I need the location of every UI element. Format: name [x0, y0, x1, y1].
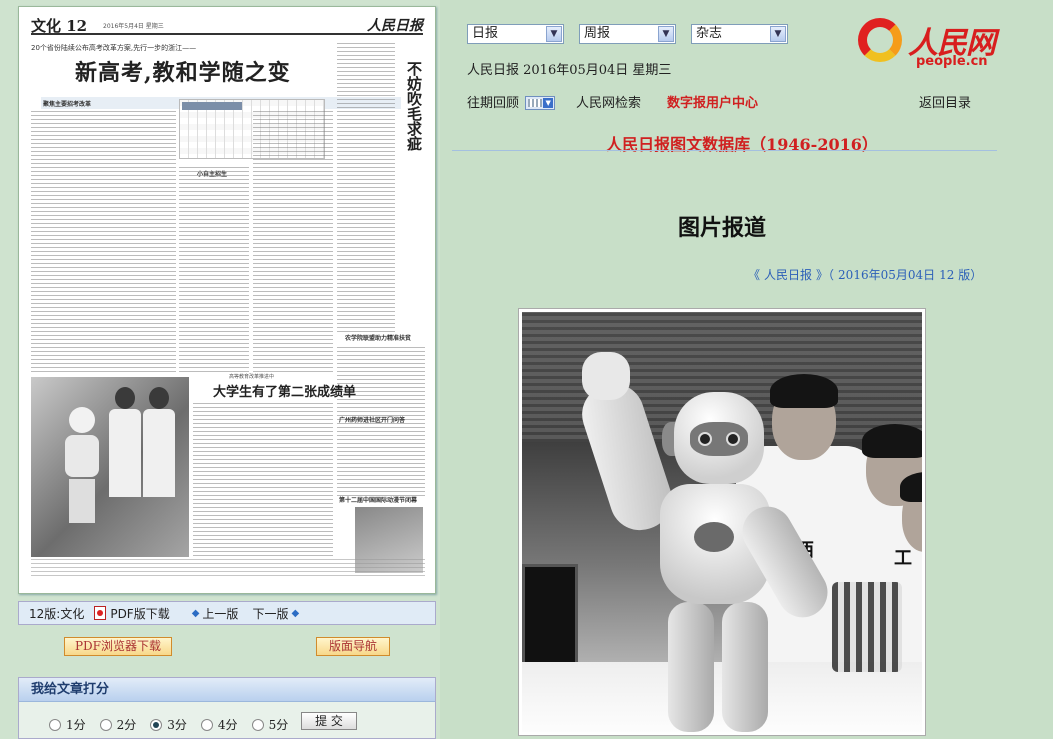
rating-option-label: 2分	[116, 718, 137, 732]
rating-submit-button[interactable]: 提 交	[301, 712, 357, 730]
database-title: 人民日报图文数据库（1946-2016）	[606, 135, 878, 154]
rating-options: 1分 2分 3分 4分 5分	[49, 716, 302, 733]
vertical-headline: 不妨吹毛求疵	[405, 61, 423, 151]
daily-select[interactable]: 日报 ▼	[467, 24, 564, 44]
chevron-down-icon: ▼	[546, 26, 562, 42]
box-headline: 农学院联盟助力精准扶贫	[345, 335, 412, 342]
article-headline: 新高考,教和学随之变	[75, 60, 291, 86]
text-column	[253, 111, 333, 373]
chevron-down-icon: ▼	[658, 26, 674, 42]
back-to-index-link[interactable]: 返回目录	[919, 92, 971, 111]
source-close: 》（	[816, 268, 835, 282]
page-toolbar: 12版:文化 PDF版下载 ◆ 上一版 下一版 ◆	[18, 601, 436, 625]
rating-option-label: 1分	[66, 718, 86, 732]
subhead-label: 聚焦主要招考改革	[43, 101, 92, 108]
daily-select-value: 日报	[472, 26, 499, 41]
calendar-icon[interactable]: ▼	[525, 96, 556, 110]
radio-button[interactable]	[99, 718, 112, 731]
pdf-download-link[interactable]: PDF版下载	[94, 605, 170, 622]
page-date: 2016年5月4日 星期三	[103, 23, 164, 30]
small-robot-shape	[832, 582, 902, 672]
history-link[interactable]: 往期回顾 ▼	[467, 92, 556, 111]
pdf-icon	[94, 606, 107, 620]
rating-title: 我给文章打分	[19, 678, 435, 702]
source-open: 《	[748, 268, 761, 282]
box-headline: 第十二届中国国际动漫节闭幕	[339, 497, 418, 504]
user-center-link[interactable]: 数字报用户中心	[667, 92, 758, 111]
rating-option-label: 4分	[217, 718, 238, 732]
article-photo: 工西 工	[518, 308, 926, 736]
nao-robot-figure	[574, 352, 837, 732]
article-kicker: 20个省份陆续公布高考改革方案,先行一步的浙江——	[31, 44, 197, 52]
issue-date: 人民日报 2016年05月04日 星期三	[467, 63, 672, 78]
pdf-browser-download-button[interactable]: PDF浏览器下载	[64, 637, 172, 656]
newspaper-page-thumbnail[interactable]: 文化 12 2016年5月4日 星期三 人民日报 20个省份陆续公布高考改革方案…	[18, 6, 436, 594]
logo-ring-icon	[858, 18, 902, 62]
rating-option[interactable]: 1分	[49, 716, 86, 733]
rating-option[interactable]: 3分	[150, 716, 187, 733]
top-header: 日报 ▼ 周报 ▼ 杂志 ▼ 人民日报 2016年05月04日 星期三 往期回顾…	[440, 0, 1053, 118]
radio-button[interactable]	[200, 718, 213, 731]
page-nav-button[interactable]: 版面导航	[316, 637, 390, 656]
magazine-select-value: 杂志	[696, 26, 723, 41]
text-column	[179, 167, 249, 373]
shirt-label: 工	[894, 548, 912, 569]
text-column	[193, 403, 333, 557]
source-paper-link[interactable]: 人民日报	[764, 268, 812, 282]
search-link[interactable]: 人民网检索	[576, 92, 641, 111]
source-date: 2016年05月04日	[838, 268, 936, 282]
thumbnail-photo	[31, 377, 189, 557]
weekly-select[interactable]: 周报 ▼	[579, 24, 676, 44]
pdf-download-label: PDF版下载	[110, 606, 170, 621]
weekly-select-value: 周报	[584, 26, 611, 41]
page-section: 文化 12	[31, 17, 88, 35]
radio-button[interactable]	[251, 718, 264, 731]
rating-option[interactable]: 4分	[200, 716, 238, 733]
text-column	[31, 111, 176, 373]
page-label[interactable]: 12版:文化	[29, 605, 84, 622]
rating-option[interactable]: 5分	[251, 716, 289, 733]
prev-page-label: 上一版	[202, 606, 239, 621]
page-header-bar: 文化 12 2016年5月4日 星期三 人民日报	[31, 15, 423, 35]
second-headline: 大学生有了第二张成绩单	[213, 385, 357, 400]
source-edition: 12 版）	[939, 268, 983, 282]
logo-en-text: people.cn	[916, 54, 988, 69]
rating-option-label: 3分	[167, 718, 187, 732]
next-page-label: 下一版	[252, 606, 289, 621]
chevron-down-icon: ▼	[770, 26, 786, 42]
left-panel: 文化 12 2016年5月4日 星期三 人民日报 20个省份陆续公布高考改革方案…	[0, 0, 440, 739]
text-column	[337, 43, 395, 333]
article-source: 《人民日报 》（ 2016年05月04日 12 版）	[748, 266, 986, 283]
radio-button[interactable]	[150, 718, 163, 731]
people-cn-logo[interactable]: 人民网 people.cn	[858, 10, 1008, 70]
rating-option-label: 5分	[268, 718, 289, 732]
masthead-logo: 人民日报	[367, 18, 423, 34]
second-kicker: 高等教育改革推进中	[229, 374, 275, 380]
divider	[452, 150, 997, 151]
arrow-left-icon: ◆	[191, 607, 200, 619]
rating-option[interactable]: 2分	[99, 716, 137, 733]
box-headline: 广州药师进社区开门问答	[339, 417, 406, 424]
magazine-select[interactable]: 杂志 ▼	[691, 24, 788, 44]
rating-panel: 我给文章打分 1分 2分 3分 4分 5分 提 交	[18, 677, 436, 739]
next-page-link[interactable]: 下一版 ◆	[252, 605, 299, 622]
arrow-right-icon: ◆	[291, 607, 300, 619]
prev-page-link[interactable]: ◆ 上一版	[192, 605, 239, 622]
photo-caption-lines	[31, 559, 425, 579]
radio-button[interactable]	[49, 718, 61, 731]
article-title: 图片报道	[677, 216, 766, 241]
history-label: 往期回顾	[467, 96, 520, 111]
